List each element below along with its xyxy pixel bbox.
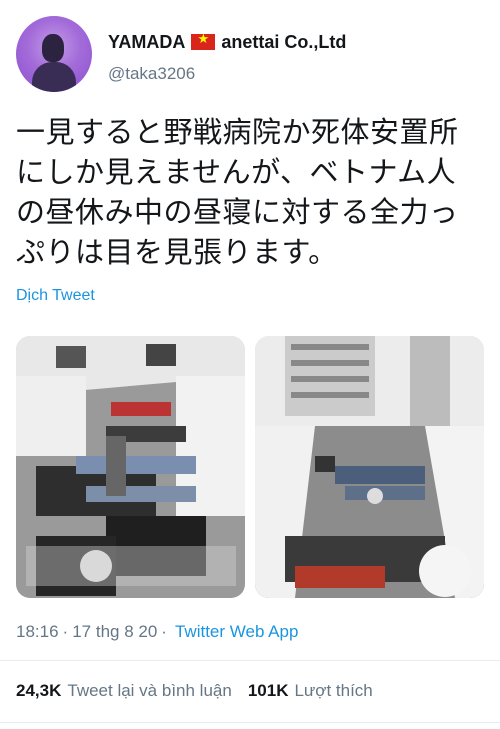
likes-count[interactable]: 101K <box>248 681 289 701</box>
tweet-source-app[interactable]: Twitter Web App <box>175 622 298 642</box>
display-name-row[interactable]: YAMADA ★ anettai Co.,Ltd <box>108 31 346 53</box>
retweets-count[interactable]: 24,3K <box>16 681 61 701</box>
tweet-text-line: の昼休み中の昼寝に対する全力っ <box>16 195 459 229</box>
retweets-label[interactable]: Tweet lại và bình luận <box>67 681 231 701</box>
divider <box>0 660 500 661</box>
tweet-photo-1[interactable] <box>16 336 245 598</box>
tweet-text-line: にしか見えませんが、ベトナム人 <box>16 155 457 189</box>
divider <box>0 722 500 723</box>
display-name-company[interactable]: anettai Co.,Ltd <box>221 32 346 53</box>
display-name[interactable]: YAMADA <box>108 32 185 53</box>
likes-label[interactable]: Lượt thích <box>294 681 372 701</box>
user-handle[interactable]: @taka3206 <box>108 64 195 84</box>
vietnam-flag-icon: ★ <box>191 31 216 50</box>
tweet-meta: 18:16 · 17 thg 8 20 · Twitter Web App <box>16 622 298 642</box>
tweet-text-line: 一見すると野戦病院か死体安置所 <box>16 115 459 149</box>
tweet-date[interactable]: 17 thg 8 20 <box>72 622 157 642</box>
tweet-time[interactable]: 18:16 <box>16 622 59 642</box>
meta-separator: · <box>62 622 69 641</box>
avatar-figure-body <box>32 62 76 92</box>
tweet-photos <box>16 336 484 598</box>
meta-separator: · <box>161 622 167 641</box>
avatar[interactable] <box>16 16 92 92</box>
tweet-photo-2[interactable] <box>255 336 484 598</box>
translate-tweet-link[interactable]: Dịch Tweet <box>16 287 95 305</box>
tweet-text: 一見すると野戦病院か死体安置所 にしか見えませんが、ベトナム人 の昼休み中の昼寝… <box>16 112 488 272</box>
tweet-stats: 24,3K Tweet lại và bình luận 101K Lượt t… <box>16 681 373 701</box>
avatar-figure-head <box>42 34 64 62</box>
tweet-text-line: ぷりは目を見張ります。 <box>16 235 338 269</box>
